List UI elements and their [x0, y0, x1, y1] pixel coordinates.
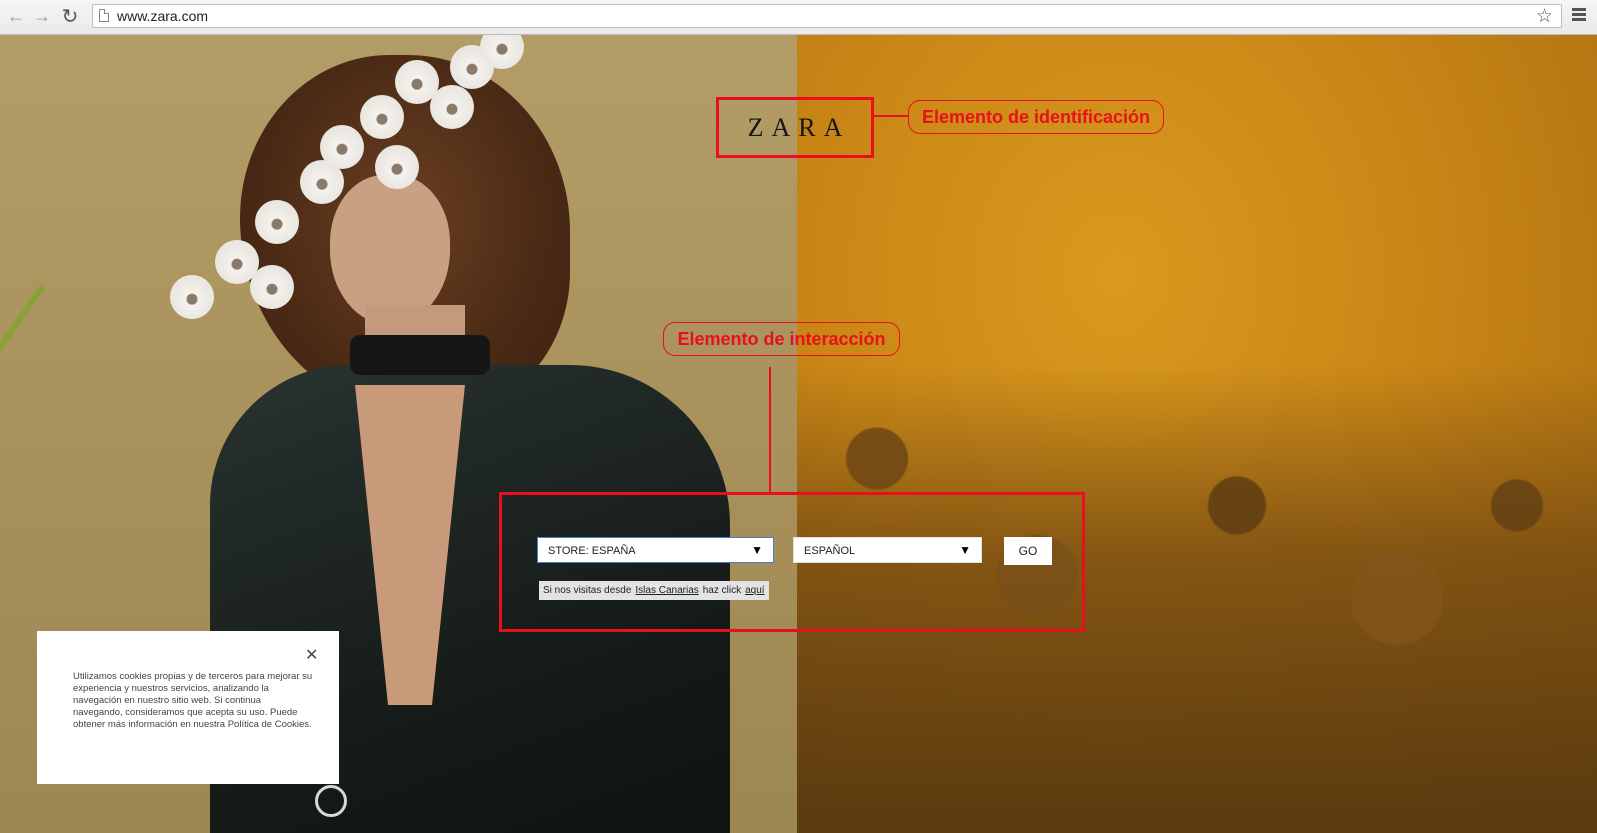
store-select[interactable]: STORE: ESPAÑA ▼: [537, 537, 774, 563]
annotation-identification: Elemento de identificación: [908, 100, 1164, 134]
close-icon[interactable]: ✕: [305, 645, 318, 665]
logo-highlight-box: ZARA: [716, 97, 874, 158]
flower: [170, 275, 214, 319]
chevron-down-icon: ▼: [959, 543, 971, 557]
store-select-label: STORE: ESPAÑA: [548, 545, 636, 557]
chevron-down-icon: ▼: [751, 543, 763, 557]
note-middle: haz click: [702, 585, 742, 596]
forward-arrow-icon[interactable]: →: [30, 4, 54, 28]
annotation-connector: [874, 115, 908, 117]
canarias-note: Si nos visitas desde Islas Canarias haz …: [539, 581, 769, 600]
reload-icon[interactable]: ↻: [58, 4, 82, 28]
page-icon: [99, 9, 109, 22]
flower: [320, 125, 364, 169]
necklace: [315, 785, 347, 817]
hamburger-menu-icon[interactable]: [1572, 8, 1586, 23]
model-scarf: [350, 335, 490, 375]
flower: [255, 200, 299, 244]
browser-toolbar: ← → ↻ www.zara.com ☆: [0, 0, 1597, 35]
annotation-connector: [769, 367, 771, 492]
note-prefix: Si nos visitas desde: [543, 585, 632, 596]
flower: [360, 95, 404, 139]
flower: [375, 145, 419, 189]
url-text[interactable]: www.zara.com: [117, 8, 208, 24]
address-bar[interactable]: www.zara.com ☆: [92, 4, 1562, 28]
islas-canarias-link[interactable]: Islas Canarias: [635, 585, 698, 596]
cookie-text: Utilizamos cookies propias y de terceros…: [73, 671, 313, 730]
flower: [250, 265, 294, 309]
go-button[interactable]: GO: [1004, 537, 1052, 565]
cookie-notice: ✕ Utilizamos cookies propias y de tercer…: [37, 631, 339, 784]
annotation-interaction: Elemento de interacción: [663, 322, 900, 356]
aqui-link[interactable]: aquí: [745, 585, 764, 596]
zara-logo[interactable]: ZARA: [740, 113, 851, 143]
language-select[interactable]: ESPAÑOL ▼: [793, 537, 982, 563]
star-icon[interactable]: ☆: [1536, 5, 1553, 28]
back-arrow-icon[interactable]: ←: [4, 4, 28, 28]
flower-stem: [0, 285, 45, 633]
flower: [430, 85, 474, 129]
language-select-label: ESPAÑOL: [804, 545, 856, 557]
model-face: [330, 175, 450, 325]
